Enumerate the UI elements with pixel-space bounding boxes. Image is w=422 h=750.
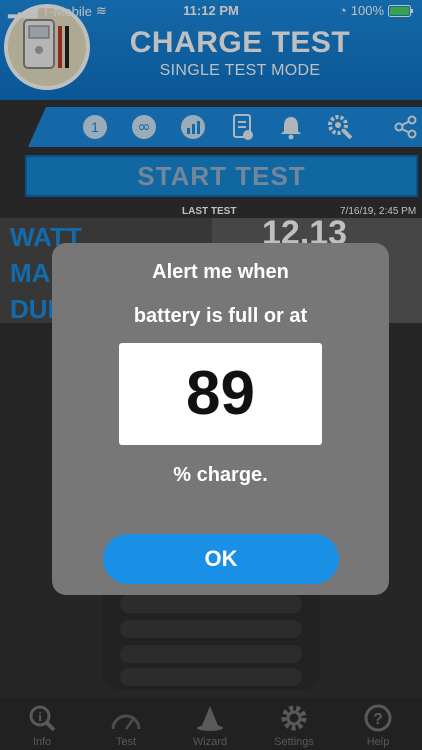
- alert-text-line2: battery is full or at: [133, 305, 308, 327]
- ok-button[interactable]: OK: [103, 534, 339, 584]
- charge-percent-input[interactable]: 89: [119, 343, 322, 445]
- charge-alert-dialog: Alert me when battery is full or at 89 %…: [52, 243, 389, 595]
- alert-text-line1: Alert me when: [152, 261, 289, 283]
- alert-text-line3: % charge.: [173, 464, 268, 486]
